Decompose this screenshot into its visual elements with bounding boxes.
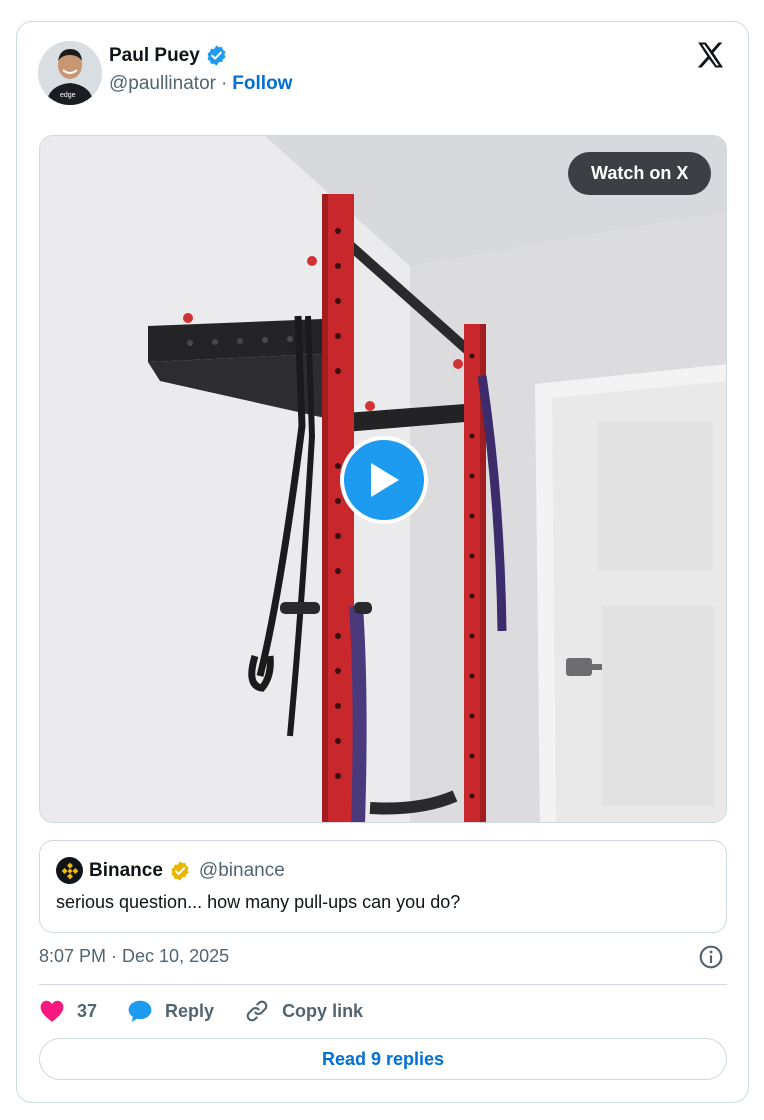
read-replies-button[interactable]: Read 9 replies <box>39 1038 727 1080</box>
copy-link-label: Copy link <box>282 1000 364 1021</box>
watch-on-x-button[interactable]: Watch on X <box>568 152 712 195</box>
reply-button[interactable]: Reply <box>127 999 214 1023</box>
quoted-post-header: Binance @binance <box>56 857 285 884</box>
reply-label: Reply <box>165 1000 215 1021</box>
binance-logo-icon[interactable] <box>56 857 83 884</box>
verified-badge-icon <box>207 45 226 66</box>
embedded-post-card: edge Paul Puey @paullinator · Follow Wat… <box>16 21 749 1103</box>
reply-bubble-icon <box>128 1000 152 1022</box>
author-name[interactable]: Paul Puey <box>109 45 200 67</box>
post-timestamp[interactable]: 8:07 PM · Dec 10, 2025 <box>39 946 229 967</box>
gold-verified-badge-icon <box>171 860 189 881</box>
author-handle[interactable]: @paullinator <box>109 73 216 95</box>
quoted-author-handle[interactable]: @binance <box>199 860 285 882</box>
play-button[interactable] <box>340 436 428 524</box>
author-handle-row: @paullinator · Follow <box>109 73 292 95</box>
quoted-post[interactable]: Binance @binance serious question... how… <box>39 840 727 933</box>
action-bar: 37 Reply Copy link <box>39 996 393 1026</box>
divider <box>39 984 727 985</box>
author-name-row[interactable]: Paul Puey <box>109 44 228 67</box>
info-icon[interactable] <box>698 944 724 970</box>
quoted-author-name[interactable]: Binance <box>89 860 163 882</box>
handle-separator: · <box>220 73 228 94</box>
like-count: 37 <box>77 1000 98 1021</box>
play-icon <box>371 463 399 497</box>
quoted-post-text: serious question... how many pull-ups ca… <box>56 892 461 912</box>
video-thumbnail[interactable]: Watch on X <box>39 135 727 823</box>
copy-link-button[interactable]: Copy link <box>244 998 363 1024</box>
like-button[interactable]: 37 <box>39 999 97 1023</box>
author-avatar[interactable]: edge <box>38 41 102 105</box>
follow-button[interactable]: Follow <box>232 73 292 95</box>
avatar-shirt-text: edge <box>60 92 76 99</box>
x-logo-icon[interactable] <box>695 40 726 70</box>
link-icon <box>246 1000 268 1022</box>
heart-icon <box>40 1000 64 1022</box>
